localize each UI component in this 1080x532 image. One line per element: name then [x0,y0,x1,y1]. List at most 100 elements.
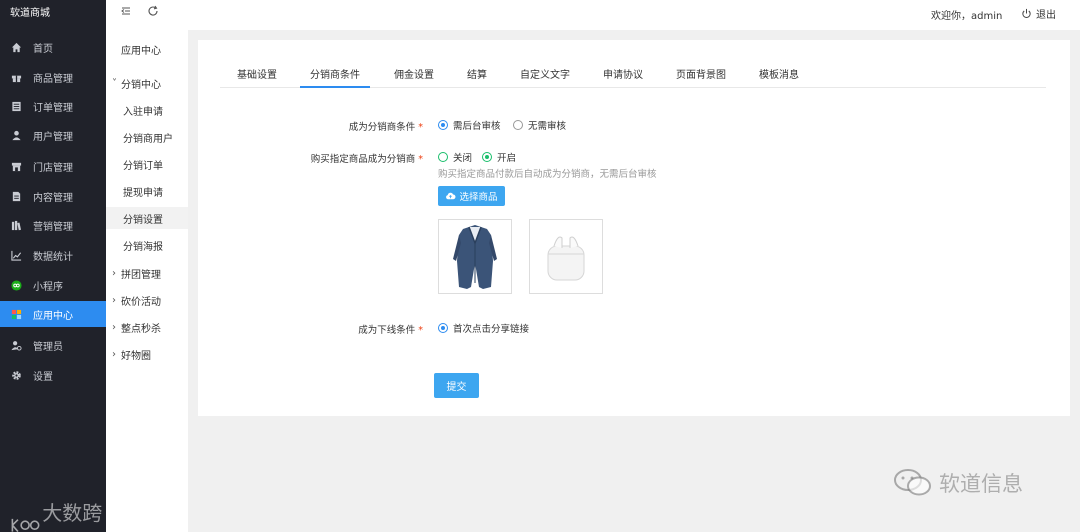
sidebar-item-label: 门店管理 [33,162,73,174]
sidebar-item-users[interactable]: 用户管理 [0,122,106,148]
select-goods-label: 选择商品 [459,192,498,203]
earbuds-product-image [547,236,585,280]
required-mark: * [418,122,423,133]
sidebar-item-content[interactable]: 内容管理 [0,183,106,209]
list-icon [10,100,22,112]
submit-button[interactable]: 提交 [434,373,479,398]
tab-page-background[interactable]: 页面背景图 [676,66,726,88]
logout-label: 退出 [1036,10,1056,21]
logout-button[interactable]: 退出 [1021,6,1056,21]
goods-thumb-earbuds[interactable] [529,219,603,294]
radio-no-review[interactable]: 无需审核 [513,118,566,132]
buy-goods-label-text: 购买指定商品成为分销商 [310,154,416,165]
subnav-group-label: 拼团管理 [121,269,161,281]
radio-label: 无需审核 [528,121,567,132]
sidebar-item-label: 营销管理 [33,221,73,233]
subnav-item-distribution-poster[interactable]: 分销海报 [106,234,188,256]
sidebar-item-settings[interactable]: 设置 [0,362,106,388]
subnav-group-bargain[interactable]: › 砍价活动 [106,289,188,311]
brand-title: 软道商城 [10,8,50,19]
subnav-title[interactable]: 应用中心 [106,38,188,60]
buy-goods-label: 购买指定商品成为分销商 * [223,151,423,165]
subnav-item-join-apply[interactable]: 入驻申请 [106,99,188,121]
sidebar-item-app-center[interactable]: 应用中心 [0,301,106,327]
chevron-right-icon: › [112,267,116,279]
watermark-logo-icon [11,518,40,532]
tab-application-agreement[interactable]: 申请协议 [603,66,643,88]
tab-distributor-conditions[interactable]: 分销商条件 [310,66,360,88]
radio-off[interactable]: 关闭 [438,150,472,164]
radio-label: 开启 [497,153,517,164]
subnav-item-distribution-orders[interactable]: 分销订单 [106,153,188,175]
chevron-right-icon: › [112,321,116,333]
admin-icon [10,339,22,351]
tab-settlement[interactable]: 结算 [467,66,487,88]
tab-commission-settings[interactable]: 佣金设置 [394,66,434,88]
subnav-item-distributors[interactable]: 分销商用户 [106,126,188,148]
sidebar-item-marketing[interactable]: 营销管理 [0,212,106,238]
settings-tabs: 基础设置 分销商条件 佣金设置 结算 自定义文字 申请协议 页面背景图 模板消息 [220,64,1046,88]
condition-label-text: 成为分销商条件 [348,122,416,133]
subnav-group-good-items[interactable]: › 好物圈 [106,343,188,365]
watermark-left-text: 大数跨境 [42,501,103,532]
sidebar-item-label: 内容管理 [33,192,73,204]
chevron-right-icon: › [112,294,116,306]
sidebar-item-stats[interactable]: 数据统计 [0,242,106,268]
sidebar-item-label: 订单管理 [33,102,73,114]
downline-label-text: 成为下线条件 [358,325,416,336]
required-mark: * [418,325,423,336]
radio-on[interactable]: 开启 [482,150,516,164]
radio-label: 首次点击分享链接 [453,324,530,335]
tab-basic-settings[interactable]: 基础设置 [237,66,277,88]
goods-thumb-coat[interactable] [438,219,512,294]
sidebar-item-miniprogram[interactable]: 小程序 [0,272,106,298]
refresh-icon[interactable] [147,5,159,20]
radio-first-click-share[interactable]: 首次点击分享链接 [438,321,529,335]
store-icon [10,160,22,172]
sidebar-item-goods[interactable]: 商品管理 [0,64,106,90]
books-icon [10,219,22,231]
chart-icon [10,249,22,261]
watermark-right-text: 软道信息 [939,472,1023,496]
subnav-group-label: 分销中心 [121,79,161,91]
cloud-upload-icon [446,192,456,200]
buy-goods-hint: 购买指定商品付款后自动成为分销商，无需后台审核 [438,169,657,180]
radio-need-review[interactable]: 需后台审核 [438,118,501,132]
sidebar-item-label: 应用中心 [33,310,73,322]
sidebar-item-home[interactable]: 首页 [0,34,106,60]
subnav-group-distribution[interactable]: ˅ 分销中心 [106,72,188,94]
subnav-item-withdraw-apply[interactable]: 提现申请 [106,180,188,202]
wechat-icon [894,469,931,496]
radio-label: 需后台审核 [453,121,501,132]
sidebar-item-label: 小程序 [33,281,63,293]
home-icon [10,41,22,53]
document-icon [10,190,22,202]
radio-label: 关闭 [453,153,473,164]
sidebar-item-label: 商品管理 [33,73,73,85]
subnav-group-label: 整点秒杀 [121,323,161,335]
apps-icon [10,308,22,320]
sidebar-item-orders[interactable]: 订单管理 [0,93,106,119]
radio-checked-icon [482,152,492,162]
tab-template-messages[interactable]: 模板消息 [759,66,799,88]
subnav-group-label: 砍价活动 [121,296,161,308]
subnav-group-flash-sale[interactable]: › 整点秒杀 [106,316,188,338]
watermark-right: 软道信息 [893,467,1023,499]
watermark-left: 大数跨境 [10,497,106,532]
app-center-subnav: 应用中心 ˅ 分销中心 入驻申请 分销商用户 分销订单 提现申请 分销设置 分销… [106,0,188,532]
sidebar-item-label: 设置 [33,371,53,383]
select-goods-button[interactable]: 选择商品 [438,186,505,206]
radio-checked-icon [438,323,448,333]
tab-custom-text[interactable]: 自定义文字 [520,66,570,88]
settings-card: 基础设置 分销商条件 佣金设置 结算 自定义文字 申请协议 页面背景图 模板消息… [198,40,1070,416]
subnav-group-group-buy[interactable]: › 拼团管理 [106,262,188,284]
sidebar-item-stores[interactable]: 门店管理 [0,153,106,179]
radio-unchecked-icon [438,152,448,162]
subnav-item-distribution-settings[interactable]: 分销设置 [106,207,188,229]
gear-icon [10,369,22,381]
collapse-menu-icon[interactable] [120,5,132,20]
chevron-down-icon: ˅ [112,77,117,89]
miniprogram-icon [10,279,22,291]
welcome-text: 欢迎你，admin [931,11,1003,22]
sidebar-item-admin[interactable]: 管理员 [0,332,106,358]
